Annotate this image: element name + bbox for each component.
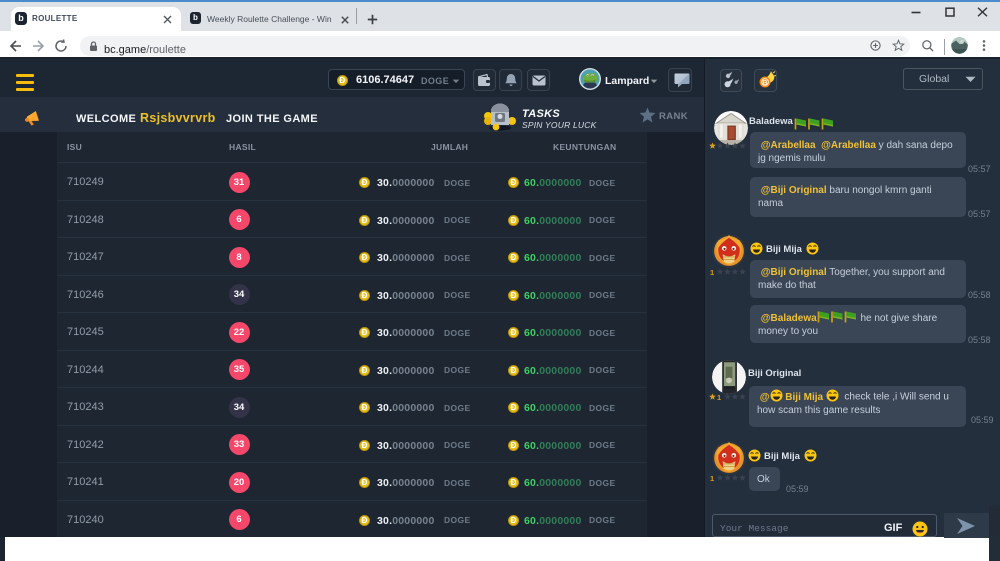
- svg-text:1: 1: [717, 393, 721, 401]
- svg-text:B: B: [762, 78, 768, 87]
- svg-text:1: 1: [710, 474, 714, 482]
- svg-text:1: 1: [710, 268, 714, 276]
